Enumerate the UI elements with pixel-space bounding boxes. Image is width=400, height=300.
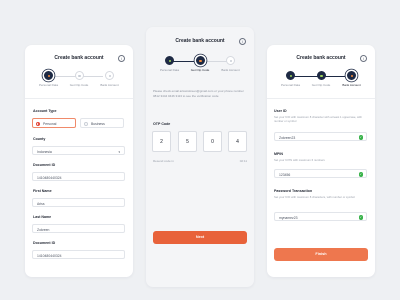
step-otp-code xyxy=(74,71,84,80)
stepper-line xyxy=(201,60,229,62)
info-icon[interactable]: i xyxy=(360,54,367,62)
county-value: Indonesia xyxy=(37,149,52,154)
check-icon: ✓ xyxy=(358,215,363,220)
last-name-value: Zokreen xyxy=(37,227,50,232)
otp-digit-3[interactable]: 0 xyxy=(203,131,222,152)
county-select[interactable]: Indonesia ▾ xyxy=(32,146,125,155)
step-label: Bank Account xyxy=(221,68,240,72)
user-id-label: User ID xyxy=(274,109,287,113)
radio-personal[interactable]: Personal xyxy=(32,118,76,128)
step-bank-account xyxy=(105,71,114,80)
first-name-value: Ariss xyxy=(37,201,45,206)
screen-title: Create bank account xyxy=(175,38,225,44)
document-id-value: 1410480440324 xyxy=(37,175,62,180)
radio-business[interactable]: Business xyxy=(80,118,124,128)
step-personal-data xyxy=(286,71,295,80)
county-label: County xyxy=(33,137,46,141)
mpin-field[interactable]: 123456 ✓ xyxy=(274,169,367,178)
radio-label: Personal xyxy=(43,122,57,126)
chevron-down-icon: ▾ xyxy=(118,149,120,154)
screen-header: Create bank account i xyxy=(267,54,375,67)
document-id-label: Document ID xyxy=(33,163,56,167)
password-field[interactable]: mynamez23 ✓ xyxy=(274,212,367,221)
personal-data-screen: Create bank account i Personal Data Get … xyxy=(25,45,133,277)
step-label: Get Otp Code xyxy=(190,68,210,72)
info-icon[interactable]: i xyxy=(239,37,246,45)
step-label: Bank Account xyxy=(342,83,361,87)
password-label: Password Transaction xyxy=(274,189,313,193)
last-name-label: Last Name xyxy=(33,215,52,219)
finish-button[interactable]: Finish xyxy=(274,248,368,261)
resend-label: Resend code in xyxy=(153,159,174,163)
next-button[interactable]: Next xyxy=(153,231,247,244)
step-label: Personal Data xyxy=(159,68,179,72)
document-id-value: 1410480440324 xyxy=(37,253,62,258)
document-id-label: Document ID xyxy=(33,241,56,245)
otp-digit-4[interactable]: 4 xyxy=(228,131,247,152)
step-label: Personal Data xyxy=(38,83,58,87)
step-personal-data xyxy=(165,56,174,65)
check-icon: ✓ xyxy=(358,135,363,140)
first-name-field[interactable]: Ariss xyxy=(32,198,125,207)
account-type-label: Account Type xyxy=(33,109,57,113)
user-id-field[interactable]: Zokreen23 ✓ xyxy=(274,132,367,141)
otp-code-screen: Create bank account i Personal Data Get … xyxy=(146,27,254,287)
step-bank-account xyxy=(347,71,356,80)
mpin-hint: Set your 6 PIN with maximum 6 numbers xyxy=(274,158,325,162)
check-icon: ✓ xyxy=(358,172,363,177)
document-id-field[interactable]: 1410480440324 xyxy=(32,250,125,259)
otp-digit-2[interactable]: 5 xyxy=(178,131,197,152)
last-name-field[interactable]: Zokreen xyxy=(32,224,125,233)
screen-header: Create bank account i xyxy=(146,37,254,50)
step-bank-account xyxy=(226,56,235,65)
document-id-field[interactable]: 1410480440324 xyxy=(32,172,125,181)
radio-label: Business xyxy=(91,122,105,126)
password-value: mynamez23 xyxy=(279,215,298,220)
otp-digit-1[interactable]: 2 xyxy=(152,131,171,152)
screen-header: Create bank account i xyxy=(25,54,133,67)
screen-title: Create bank account xyxy=(296,55,346,61)
first-name-label: First Name xyxy=(33,189,52,193)
step-label: Personal Data xyxy=(280,83,300,87)
step-personal-data xyxy=(44,71,53,80)
step-label: Get Otp Code xyxy=(311,83,331,87)
stepper: Personal Data Get Otp Code Bank Account xyxy=(146,56,254,86)
step-otp-code xyxy=(195,56,205,65)
otp-label: OTP Code xyxy=(153,122,171,126)
user-id-value: Zokreen23 xyxy=(279,135,296,140)
mpin-label: MPIN xyxy=(274,152,283,156)
divider xyxy=(25,98,133,99)
resend-timer: 02:11 xyxy=(239,159,247,163)
step-label: Bank Account xyxy=(100,83,119,87)
stepper: Personal Data Get Otp Code Bank Account xyxy=(267,71,375,101)
step-label: Get Otp Code xyxy=(69,83,89,87)
stepper: Personal Data Get Otp Code Bank Account xyxy=(25,71,133,101)
radio-dot xyxy=(36,121,40,126)
screen-title: Create bank account xyxy=(54,55,104,61)
user-id-hint: Set your 6 ID with maximum 8 character w… xyxy=(274,115,362,123)
radio-dot xyxy=(84,121,88,126)
password-hint: Set your 6 ID with maximum 8 characters,… xyxy=(274,195,355,199)
bank-account-screen: Create bank account i Personal Data Get … xyxy=(267,45,375,277)
info-icon[interactable]: i xyxy=(118,54,125,62)
divider xyxy=(267,98,375,99)
otp-instructions: Please check email arisszokreen@gmail.co… xyxy=(153,89,244,98)
step-otp-code xyxy=(316,71,326,80)
mpin-value: 123456 xyxy=(279,172,291,177)
